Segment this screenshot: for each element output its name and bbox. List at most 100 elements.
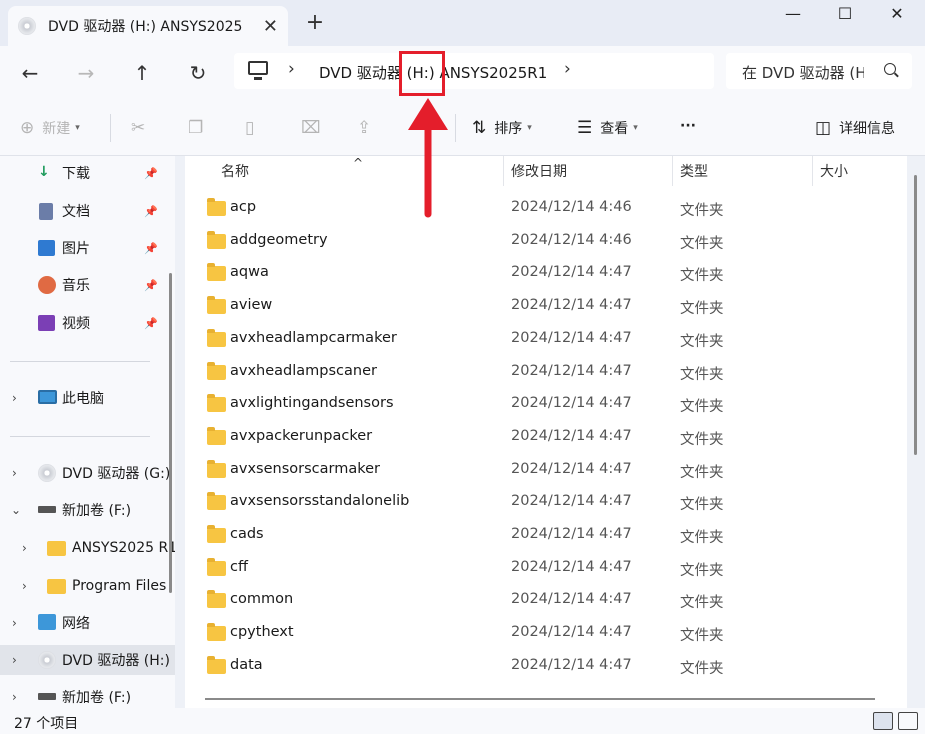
status-bar: 27 个项目 [0, 708, 925, 734]
folder-icon [207, 361, 226, 380]
folder-icon [207, 623, 226, 642]
pin-icon[interactable]: 📌 [144, 167, 158, 180]
sidebar-item-label: DVD 驱动器 (H:) [62, 653, 170, 669]
table-row[interactable]: aview 2024/12/14 4:47 文件夹 [185, 291, 907, 323]
file-name: avxpackerunpacker [230, 427, 373, 444]
sidebar-item-dvd-h[interactable]: › DVD 驱动器 (H:) [0, 645, 175, 675]
pin-icon[interactable]: 📌 [144, 205, 158, 218]
copy-icon: ❐ [188, 118, 204, 138]
sidebar-item-music[interactable]: 音乐 📌 [0, 270, 175, 300]
folder-icon [207, 263, 226, 282]
sidebar-item-videos[interactable]: 视频 📌 [0, 308, 175, 338]
table-row[interactable]: cff 2024/12/14 4:47 文件夹 [185, 553, 907, 585]
pin-icon[interactable]: 📌 [144, 317, 158, 330]
pin-icon[interactable]: 📌 [144, 242, 158, 255]
table-row[interactable]: avxlightingandsensors 2024/12/14 4:47 文件夹 [185, 389, 907, 421]
minimize-button[interactable]: — [770, 4, 816, 26]
refresh-button[interactable]: ↻ [183, 58, 213, 88]
download-icon: ↓ [38, 164, 50, 180]
details-pane-button[interactable]: ◫ 详细信息 [815, 118, 895, 138]
column-header-modified[interactable]: 修改日期 [511, 156, 567, 186]
search-box[interactable]: 在 DVD 驱动器 (H:) ANSYS2025R1 中搜索 [726, 53, 912, 89]
chevron-right-icon[interactable]: › [12, 616, 17, 630]
column-separator[interactable] [812, 156, 813, 186]
up-button[interactable]: ↑ [127, 58, 157, 88]
view-button[interactable]: ☰ 查看 ▾ [577, 118, 638, 138]
picture-icon [38, 240, 55, 256]
table-row[interactable]: avxsensorsstandalonelib 2024/12/14 4:47 文件… [185, 487, 907, 519]
table-row[interactable]: avxpackerunpacker 2024/12/14 4:47 文件夹 [185, 422, 907, 454]
large-icons-view-button[interactable] [898, 712, 918, 730]
tab-close-button[interactable]: ✕ [263, 16, 278, 37]
cut-button[interactable]: ✂ [131, 118, 153, 138]
maximize-button[interactable]: ☐ [822, 4, 868, 26]
sidebar-item-documents[interactable]: 文档 📌 [0, 196, 175, 226]
table-row[interactable]: data 2024/12/14 4:47 文件夹 [185, 651, 907, 683]
breadcrumb-expand-chevron[interactable]: › [564, 59, 571, 79]
more-options-button[interactable]: ··· [680, 118, 696, 134]
table-row[interactable]: avxheadlampcarmaker 2024/12/14 4:47 文件夹 [185, 324, 907, 356]
column-header-size[interactable]: 大小 [820, 156, 848, 186]
search-icon[interactable] [884, 63, 896, 75]
sidebar-item-dvd-g[interactable]: › DVD 驱动器 (G:) [0, 458, 175, 488]
chevron-right-icon[interactable]: › [12, 690, 17, 704]
sidebar-item-network[interactable]: › 网络 [0, 608, 175, 638]
sort-button[interactable]: ⇅ 排序 ▾ [472, 118, 532, 138]
dvd-drive-icon [38, 464, 56, 482]
chevron-right-icon[interactable]: › [12, 391, 17, 405]
column-separator[interactable] [672, 156, 673, 186]
chevron-right-icon[interactable]: › [12, 653, 17, 667]
new-button[interactable]: ⊕ 新建 ▾ [20, 118, 80, 138]
file-type: 文件夹 [680, 431, 724, 448]
sidebar-scrollbar[interactable] [169, 273, 172, 593]
file-list: 名称 ^ 修改日期 类型 大小 acp 2024/12/14 4:46 文件夹 ad… [185, 156, 907, 708]
chevron-right-icon[interactable]: › [22, 579, 27, 593]
breadcrumb-separator[interactable]: › [288, 59, 295, 79]
new-tab-button[interactable]: + [302, 10, 328, 35]
chevron-right-icon[interactable]: › [22, 541, 27, 555]
pin-icon[interactable]: 📌 [144, 279, 158, 292]
forward-button[interactable]: → [71, 58, 101, 88]
chevron-down-icon[interactable]: ⌄ [11, 503, 21, 517]
table-row[interactable]: cpythext 2024/12/14 4:47 文件夹 [185, 618, 907, 650]
search-placeholder[interactable]: 在 DVD 驱动器 (H:) ANSYS2025R1 中搜索 [742, 62, 864, 83]
sidebar-item-ansys2025[interactable]: › ANSYS2025 R1 [0, 533, 175, 563]
paste-button[interactable]: ▯ [245, 118, 262, 138]
table-row[interactable]: common 2024/12/14 4:47 文件夹 [185, 585, 907, 617]
sidebar-item-this-pc[interactable]: › 此电脑 [0, 383, 175, 413]
column-header-type[interactable]: 类型 [680, 156, 708, 186]
item-count: 27 个项目 [14, 716, 79, 732]
file-list-horizontal-scrollbar[interactable] [205, 698, 875, 700]
file-name: avxheadlampcarmaker [230, 329, 397, 346]
sidebar-item-label: 文档 [62, 204, 90, 220]
computer-icon[interactable] [248, 61, 268, 80]
back-button[interactable]: ← [15, 58, 45, 88]
chevron-right-icon[interactable]: › [12, 466, 17, 480]
sidebar-item-pictures[interactable]: 图片 📌 [0, 233, 175, 263]
folder-icon [207, 492, 226, 511]
close-button[interactable]: ✕ [874, 4, 920, 26]
file-list-vertical-scrollbar[interactable] [914, 175, 917, 455]
table-row[interactable]: aqwa 2024/12/14 4:47 文件夹 [185, 258, 907, 290]
details-view-button[interactable] [873, 712, 893, 730]
view-list-icon: ☰ [577, 118, 593, 138]
column-separator[interactable] [503, 156, 504, 186]
table-row[interactable]: avxheadlampscaner 2024/12/14 4:47 文件夹 [185, 357, 907, 389]
share-button[interactable]: ⇪ [357, 118, 379, 138]
table-row[interactable]: addgeometry 2024/12/14 4:46 文件夹 [185, 226, 907, 258]
table-row[interactable]: avxsensorscarmaker 2024/12/14 4:47 文件夹 [185, 455, 907, 487]
file-name: aqwa [230, 264, 269, 281]
sidebar-item-new-volume-f[interactable]: ⌄ 新加卷 (F:) [0, 495, 175, 525]
tab-title: DVD 驱动器 (H:) ANSYS2025R1 [48, 19, 243, 35]
chevron-down-icon: ▾ [527, 123, 532, 133]
table-row[interactable]: acp 2024/12/14 4:46 文件夹 [185, 193, 907, 225]
copy-button[interactable]: ❐ [188, 118, 211, 138]
rename-button[interactable]: ⌧ [301, 118, 329, 138]
sidebar-item-downloads[interactable]: ↓ 下载 📌 [0, 158, 175, 188]
sidebar-item-new-volume-f-2[interactable]: › 新加卷 (F:) [0, 682, 175, 708]
column-header-name[interactable]: 名称 [221, 156, 249, 186]
window-tab[interactable]: DVD 驱动器 (H:) ANSYS2025R1 ✕ [8, 6, 288, 46]
sidebar-item-program-files[interactable]: › Program Files [0, 571, 175, 601]
table-row[interactable]: cads 2024/12/14 4:47 文件夹 [185, 520, 907, 552]
address-bar[interactable]: › DVD 驱动器 (H:) ANSYS2025R1 › [234, 53, 714, 89]
